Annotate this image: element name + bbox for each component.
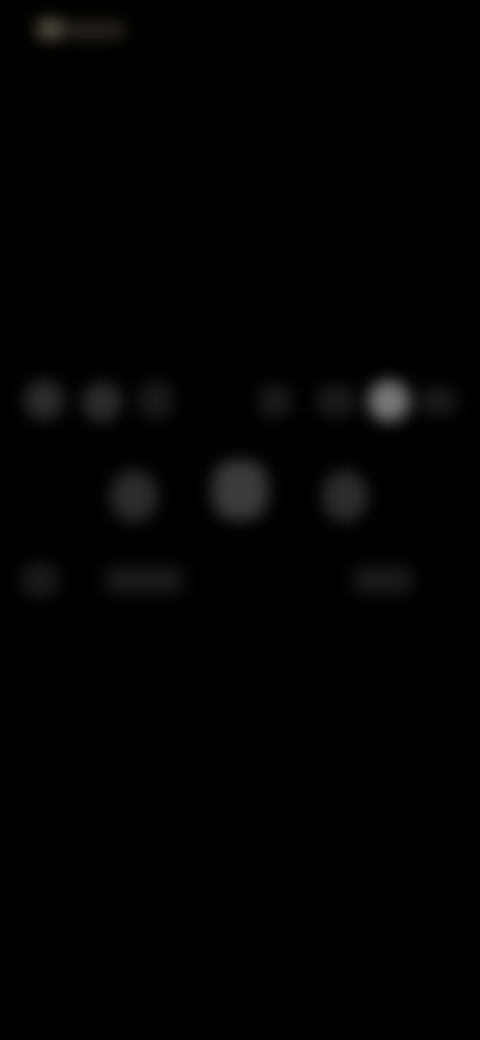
control-5-icon[interactable] (316, 384, 356, 418)
control-4-icon[interactable] (258, 384, 292, 418)
control-7-icon[interactable] (418, 386, 458, 416)
status-bar (22, 12, 142, 48)
control-6-icon[interactable] (368, 380, 410, 422)
control-1-icon[interactable] (24, 380, 64, 420)
previous-icon[interactable] (110, 470, 158, 522)
next-icon[interactable] (322, 470, 368, 522)
control-3-icon[interactable] (138, 380, 174, 420)
play-pause-icon[interactable] (212, 460, 268, 520)
blurred-screen (0, 0, 480, 1040)
bottom-center-bar[interactable] (104, 566, 184, 594)
bottom-right-bar[interactable] (352, 566, 414, 594)
control-2-icon[interactable] (82, 382, 122, 422)
status-indicator-icon (36, 18, 64, 40)
bottom-left-icon[interactable] (20, 562, 60, 598)
status-text-blurred (62, 22, 126, 38)
